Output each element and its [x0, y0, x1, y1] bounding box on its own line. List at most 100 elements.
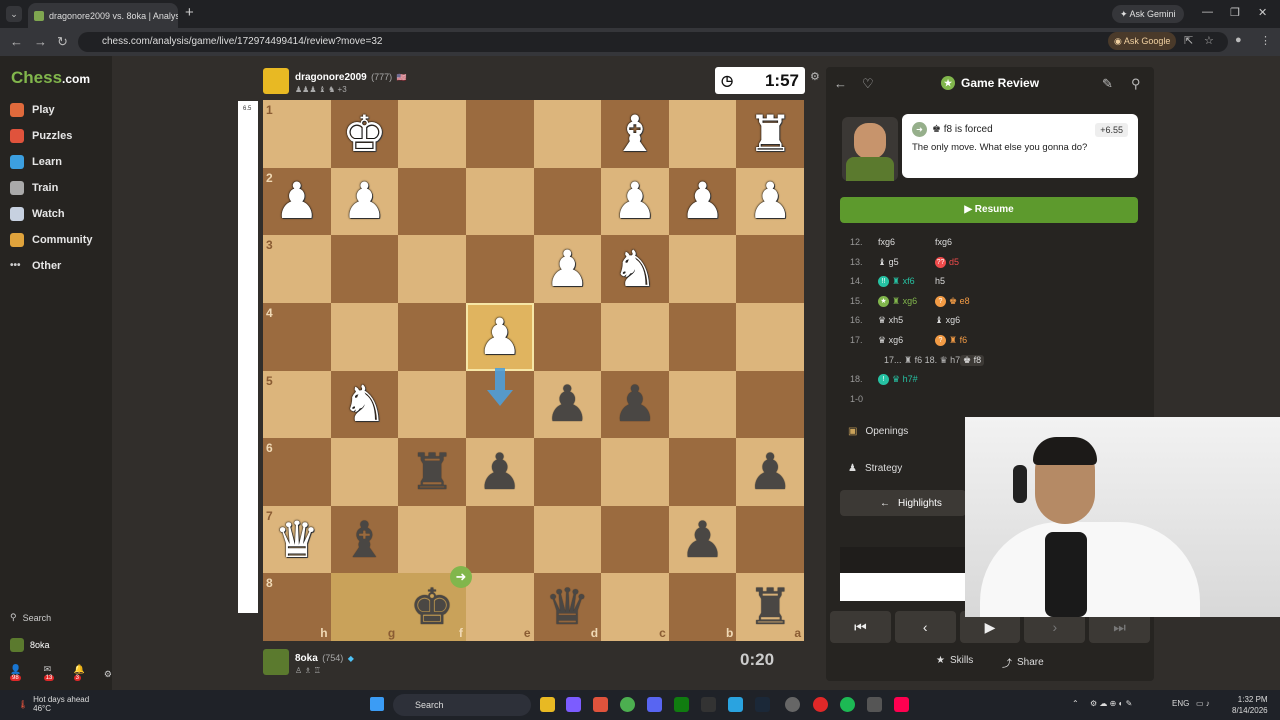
- steam-icon[interactable]: [755, 697, 770, 712]
- white-king[interactable]: ♚: [342, 109, 387, 159]
- black-move[interactable]: fxg6: [935, 237, 952, 247]
- white-move[interactable]: !! ♜ xf6: [878, 276, 915, 288]
- board-square[interactable]: [668, 100, 737, 168]
- board-square[interactable]: [465, 505, 534, 574]
- tray-icons[interactable]: ⚙ ☁ ⊕ ◐ ✎: [1090, 699, 1132, 708]
- strategy-section[interactable]: ♟ Strategy: [848, 463, 902, 474]
- bottom-player-name[interactable]: 8oka: [295, 653, 318, 664]
- white-knight[interactable]: ♞: [342, 379, 387, 429]
- sidebar-search[interactable]: ⚲ Search: [10, 612, 51, 623]
- board-square[interactable]: 8h: [263, 573, 331, 641]
- top-player-name[interactable]: dragonore2009: [295, 72, 367, 83]
- board-square[interactable]: 7 ♛: [263, 505, 331, 574]
- black-queen[interactable]: ♛: [545, 582, 590, 632]
- white-move[interactable]: ♛ xh5: [878, 315, 903, 326]
- black-bishop[interactable]: ♝: [342, 515, 387, 565]
- black-move[interactable]: ? ♜ f6: [935, 334, 967, 346]
- white-pawn[interactable]: ♟: [274, 176, 319, 226]
- white-pawn[interactable]: ♟: [613, 176, 658, 226]
- black-move[interactable]: ♝ xg6: [935, 315, 960, 326]
- white-bishop[interactable]: ♝: [613, 109, 658, 159]
- messages-icon[interactable]: ✉13: [43, 664, 62, 685]
- board-square[interactable]: ♝: [330, 505, 399, 574]
- discord-icon[interactable]: [647, 697, 662, 712]
- new-tab-icon[interactable]: +: [185, 4, 194, 21]
- board-square[interactable]: [533, 505, 602, 574]
- board-square[interactable]: ♜: [736, 100, 804, 168]
- board-square[interactable]: 1: [263, 100, 331, 168]
- board-square[interactable]: ♟: [668, 505, 737, 574]
- sidebar-item-puzzles[interactable]: Puzzles: [10, 126, 72, 146]
- board-square[interactable]: [601, 438, 669, 506]
- avatar[interactable]: [263, 67, 289, 94]
- url-field[interactable]: chess.com/analysis/game/live/17297449941…: [78, 32, 1228, 52]
- white-move[interactable]: ♝ g5: [878, 257, 899, 268]
- sidebar-item-watch[interactable]: Watch: [10, 204, 65, 224]
- board-square[interactable]: ♞: [601, 235, 669, 303]
- recorder-icon[interactable]: [813, 697, 828, 712]
- board-square[interactable]: [668, 302, 737, 371]
- avatar[interactable]: [263, 648, 289, 675]
- tab-list-icon[interactable]: ⌄: [6, 6, 22, 22]
- board-square[interactable]: a ♜: [736, 573, 804, 641]
- board-square[interactable]: [465, 100, 534, 168]
- close-window-icon[interactable]: ✕: [1258, 6, 1267, 19]
- app-icon[interactable]: [566, 697, 581, 712]
- board-square[interactable]: 4: [263, 302, 331, 371]
- black-pawn[interactable]: ♟: [680, 515, 725, 565]
- black-rook[interactable]: ♜: [410, 447, 455, 497]
- ask-gemini-button[interactable]: ✦ Ask Gemini: [1112, 5, 1184, 23]
- sidebar-item-train[interactable]: Train: [10, 178, 58, 198]
- white-pawn[interactable]: ♟: [545, 244, 590, 294]
- sidebar-item-community[interactable]: Community: [10, 230, 93, 250]
- board-square[interactable]: [736, 505, 804, 574]
- language-indicator[interactable]: ENG: [1172, 699, 1189, 708]
- sidebar-item-learn[interactable]: Learn: [10, 152, 62, 172]
- board-square[interactable]: 6: [263, 438, 331, 506]
- board-square[interactable]: d ♛: [533, 573, 602, 641]
- network-icon[interactable]: ▭ ♪: [1196, 699, 1210, 708]
- maximize-icon[interactable]: ❐: [1230, 6, 1240, 19]
- white-move[interactable]: 17... ♜ f6 18. ♛ h7+: [884, 355, 965, 366]
- board-square[interactable]: ♚: [330, 100, 399, 168]
- system-clock[interactable]: 1:32 PM 8/14/2026: [1232, 694, 1268, 716]
- chrome-icon[interactable]: [620, 697, 635, 712]
- board-square[interactable]: b: [668, 573, 737, 641]
- board-square[interactable]: [398, 302, 466, 371]
- board-square[interactable]: [398, 167, 466, 236]
- brave-icon[interactable]: [593, 697, 608, 712]
- board-square[interactable]: ♟: [736, 167, 804, 236]
- ask-google-button[interactable]: ◉ Ask Google: [1108, 32, 1177, 50]
- white-pawn[interactable]: ♟: [680, 176, 725, 226]
- black-pawn[interactable]: ♟: [613, 379, 658, 429]
- board-square[interactable]: [398, 235, 466, 303]
- tiktok-icon[interactable]: [894, 697, 909, 712]
- back-arrow-icon[interactable]: ←: [834, 76, 847, 91]
- menu-icon[interactable]: ⋮: [1260, 34, 1271, 47]
- white-move[interactable]: ♛ xg6: [878, 335, 903, 346]
- chess-logo[interactable]: Chess.com: [11, 68, 90, 88]
- minimize-icon[interactable]: —: [1202, 6, 1213, 18]
- gear-icon[interactable]: ⚙: [104, 669, 112, 680]
- board-square[interactable]: 5: [263, 370, 331, 439]
- board-square[interactable]: 2 ♟: [263, 167, 331, 236]
- white-pawn[interactable]: ♟: [477, 312, 522, 362]
- white-knight[interactable]: ♞: [613, 244, 658, 294]
- white-queen[interactable]: ♛: [274, 515, 319, 565]
- board-square[interactable]: [330, 235, 399, 303]
- friends-icon[interactable]: 👤98: [10, 664, 32, 685]
- black-pawn[interactable]: ♟: [545, 379, 590, 429]
- start-icon[interactable]: [370, 697, 384, 711]
- black-move[interactable]: ♚ f8: [960, 354, 985, 366]
- white-move[interactable]: ★ ♜ xg6: [878, 295, 917, 307]
- taskbar-search[interactable]: Search: [393, 694, 531, 716]
- spotify-icon[interactable]: [840, 697, 855, 712]
- xbox-icon[interactable]: [674, 697, 689, 712]
- board-square[interactable]: c: [601, 573, 669, 641]
- board-square[interactable]: [465, 235, 534, 303]
- board-square[interactable]: [736, 370, 804, 439]
- board-square[interactable]: [533, 167, 602, 236]
- white-move[interactable]: ! ♛ h7#: [878, 374, 918, 386]
- black-rook[interactable]: ♜: [748, 582, 793, 632]
- board-square[interactable]: ♟: [601, 370, 669, 439]
